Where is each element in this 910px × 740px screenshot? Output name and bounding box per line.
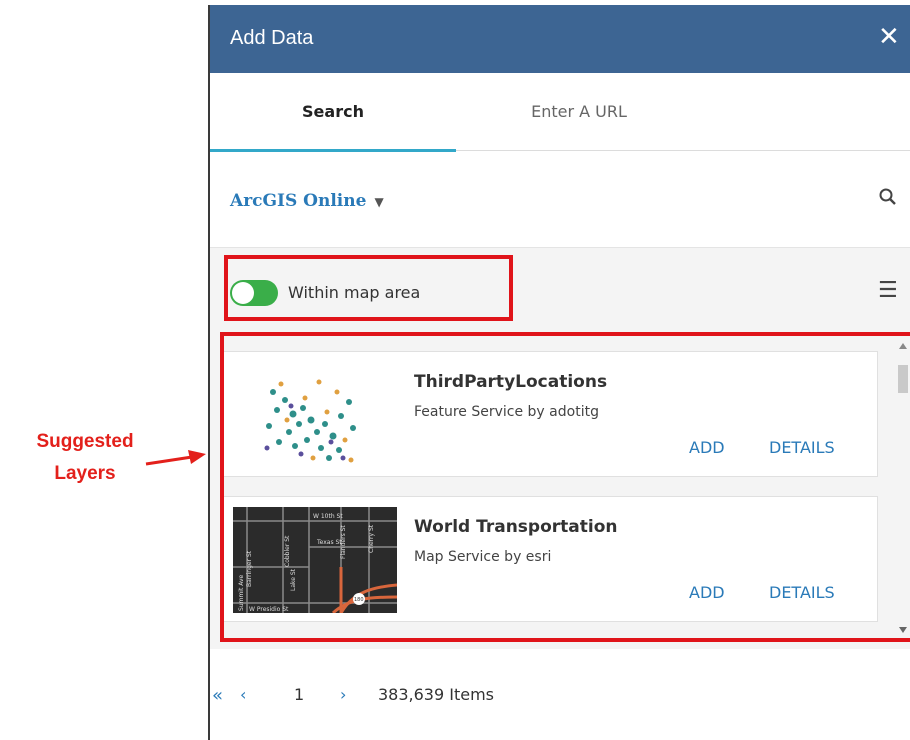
panel-title: Add Data bbox=[230, 27, 314, 49]
hamburger-menu-icon[interactable]: ☰ bbox=[878, 278, 898, 303]
next-page-icon[interactable]: › bbox=[340, 685, 346, 704]
tab-enter-url[interactable]: Enter A URL bbox=[456, 73, 702, 151]
filter-highlight-box bbox=[224, 255, 513, 321]
source-label: ArcGIS Online bbox=[230, 191, 367, 211]
tab-search[interactable]: Search bbox=[210, 73, 456, 152]
search-icon[interactable] bbox=[878, 187, 898, 207]
annotation-arrow-icon bbox=[145, 450, 206, 466]
annotation-line-2: Layers bbox=[54, 463, 116, 484]
panel-header: Add Data ✕ bbox=[210, 5, 910, 73]
chevron-down-icon: ▼ bbox=[374, 195, 384, 209]
previous-page-icon[interactable]: ‹ bbox=[240, 685, 246, 704]
tab-bar: Search Enter A URL bbox=[210, 73, 910, 152]
annotation-line-1: Suggested bbox=[36, 431, 134, 452]
results-highlight-box bbox=[220, 332, 910, 642]
add-data-panel: Add Data ✕ Search Enter A URL ArcGIS Onl… bbox=[208, 5, 910, 740]
current-page: 1 bbox=[294, 685, 305, 704]
close-icon[interactable]: ✕ bbox=[878, 19, 906, 55]
suggested-layers-annotation: Suggested Layers bbox=[20, 426, 150, 490]
source-row: ArcGIS Online ▼ bbox=[210, 151, 910, 247]
item-count: 383,639 Items bbox=[378, 685, 495, 704]
pagination: « ‹ 1 › 383,639 Items bbox=[210, 677, 910, 717]
source-dropdown[interactable]: ArcGIS Online ▼ bbox=[230, 191, 384, 211]
first-page-icon[interactable]: « bbox=[212, 685, 223, 706]
